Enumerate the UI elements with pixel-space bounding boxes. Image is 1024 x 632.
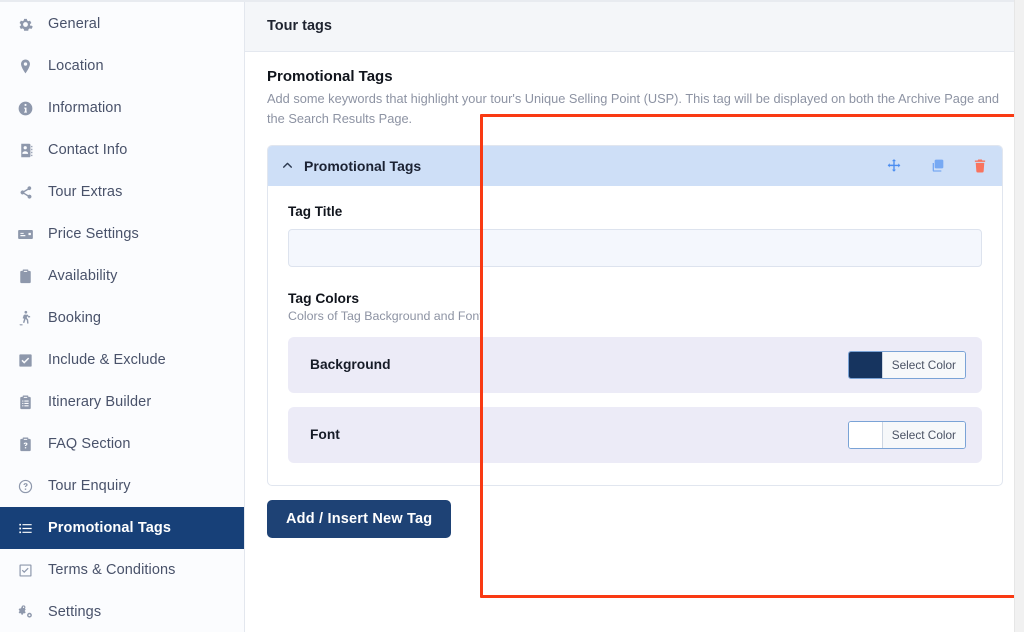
color-row-background: Background Select Color (288, 336, 982, 393)
sidebar-item-promotional-tags[interactable]: Promotional Tags (0, 507, 244, 549)
tag-title-input[interactable] (288, 228, 982, 267)
sidebar-item-label: Price Settings (48, 226, 139, 242)
promotional-tag-card: Promotional Tags Tag Title Tag Colors Co… (267, 144, 1003, 486)
duplicate-icon[interactable] (928, 157, 945, 174)
sidebar-item-itinerary-builder[interactable]: Itinerary Builder (0, 381, 244, 423)
list-icon (16, 519, 34, 537)
color-swatch[interactable] (848, 421, 882, 448)
share-nodes-icon (16, 183, 34, 201)
select-color-label: Select Color (881, 421, 965, 448)
sidebar-item-settings[interactable]: Settings (0, 591, 244, 632)
select-color-button-font[interactable]: Select Color (847, 420, 966, 449)
sidebar-item-general[interactable]: General (0, 3, 244, 45)
color-swatch[interactable] (848, 351, 882, 378)
gears-icon (16, 603, 34, 621)
tag-card-actions (885, 157, 988, 174)
chevron-up-icon[interactable] (280, 159, 294, 173)
checkbox-outline-icon (16, 561, 34, 579)
credit-card-icon (16, 225, 34, 243)
tag-colors-title: Tag Colors (288, 290, 360, 306)
tag-card-header[interactable]: Promotional Tags (268, 145, 1002, 186)
main-panel: Tour tags Promotional Tags Add some keyw… (245, 0, 1024, 632)
tag-colors-block: Tag Colors Colors of Tag Background and … (288, 291, 982, 463)
checkbox-check-icon (16, 351, 34, 369)
page-title: Tour tags (267, 17, 332, 34)
clipboard-icon (16, 267, 34, 285)
sidebar-item-label: Booking (48, 310, 102, 326)
add-insert-new-tag-button[interactable]: Add / Insert New Tag (267, 499, 452, 538)
section-description: Add some keywords that highlight your to… (267, 91, 1000, 126)
traveler-icon (16, 309, 34, 327)
sidebar-item-include-exclude[interactable]: Include & Exclude (0, 339, 244, 381)
sidebar-item-label: General (48, 16, 101, 32)
sidebar-item-booking[interactable]: Booking (0, 297, 244, 339)
page-scrollbar[interactable] (1014, 0, 1024, 632)
tag-card-body: Tag Title Tag Colors Colors of Tag Backg… (268, 186, 1002, 485)
panel-body: Promotional Tags Add some keywords that … (245, 52, 1024, 632)
sidebar-item-information[interactable]: Information (0, 87, 244, 129)
tag-colors-description: Colors of Tag Background and Font (288, 308, 483, 323)
sidebar-item-contact-info[interactable]: Contact Info (0, 129, 244, 171)
trash-icon[interactable] (971, 157, 988, 174)
sidebar-item-label: Terms & Conditions (48, 562, 176, 578)
color-rows: Background Select Color Font Select Color (288, 336, 982, 463)
panel-header: Tour tags (245, 0, 1024, 52)
clipboard-list-icon (16, 393, 34, 411)
sidebar-item-label: Include & Exclude (48, 352, 166, 368)
color-row-label: Background (310, 357, 391, 373)
color-row-font: Font Select Color (288, 406, 982, 463)
color-row-label: Font (310, 427, 340, 443)
sidebar-item-label: Itinerary Builder (48, 394, 152, 410)
clipboard-question-icon (16, 435, 34, 453)
sidebar-item-label: FAQ Section (48, 436, 131, 452)
sidebar-item-label: Tour Enquiry (48, 478, 131, 494)
info-circle-icon (16, 99, 34, 117)
sidebar-item-label: Location (48, 58, 104, 74)
tour-tags-screen: General Location Information Contact Info To… (0, 0, 1024, 632)
sidebar-item-tour-enquiry[interactable]: Tour Enquiry (0, 465, 244, 507)
sidebar-item-tour-extras[interactable]: Tour Extras (0, 171, 244, 213)
sidebar-item-availability[interactable]: Availability (0, 255, 244, 297)
gear-icon (16, 15, 34, 33)
sidebar-item-label: Availability (48, 268, 118, 284)
sidebar-item-label: Contact Info (48, 142, 128, 158)
question-circle-icon (16, 477, 34, 495)
map-pin-icon (16, 57, 34, 75)
select-color-label: Select Color (881, 351, 965, 378)
sidebar-item-terms-conditions[interactable]: Terms & Conditions (0, 549, 244, 591)
select-color-button-background[interactable]: Select Color (847, 350, 966, 379)
settings-sidebar: General Location Information Contact Info To… (0, 0, 245, 632)
move-icon[interactable] (885, 157, 902, 174)
sidebar-item-label: Tour Extras (48, 184, 123, 200)
tag-card-footer: Add / Insert New Tag (267, 499, 1003, 556)
top-divider (0, 0, 1024, 2)
tag-card-title: Promotional Tags (304, 157, 422, 174)
sidebar-item-price-settings[interactable]: Price Settings (0, 213, 244, 255)
sidebar-item-label: Information (48, 100, 122, 116)
tag-title-label: Tag Title (288, 203, 343, 219)
sidebar-item-faq-section[interactable]: FAQ Section (0, 423, 244, 465)
sidebar-item-location[interactable]: Location (0, 45, 244, 87)
sidebar-item-label: Settings (48, 604, 102, 620)
section-title: Promotional Tags (267, 68, 393, 85)
sidebar-item-label: Promotional Tags (48, 520, 171, 536)
contact-book-icon (16, 141, 34, 159)
